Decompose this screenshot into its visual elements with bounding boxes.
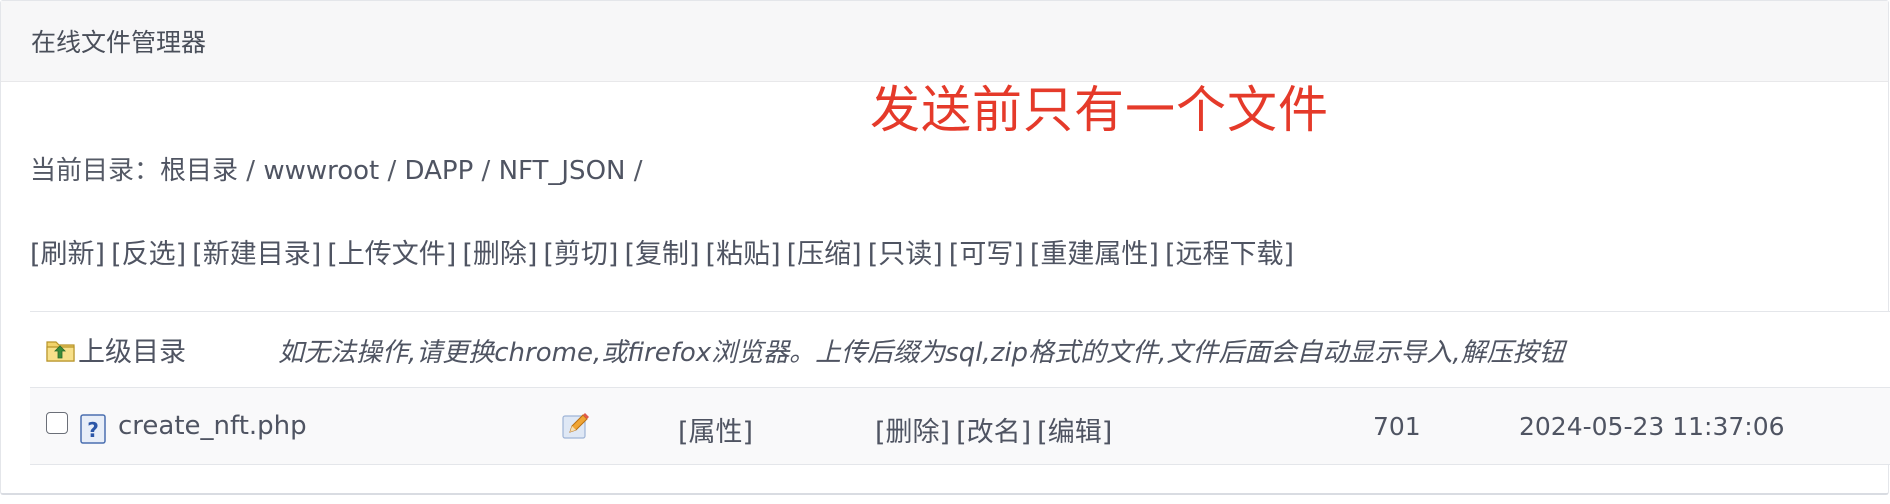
file-rename-link[interactable]: [改名]: [956, 417, 1031, 448]
file-edit-link[interactable]: [编辑]: [1037, 417, 1112, 448]
breadcrumb-wwwroot[interactable]: wwwroot: [263, 156, 379, 186]
breadcrumb-separator: /: [379, 156, 405, 186]
parent-directory-label: 上级目录: [78, 337, 186, 368]
breadcrumb: 当前目录：根目录 / wwwroot / DAPP / NFT_JSON /: [30, 150, 643, 187]
invert-selection-button[interactable]: [反选]: [111, 239, 186, 270]
parent-directory-link[interactable]: 上级目录: [46, 330, 186, 369]
file-size: 701: [1373, 412, 1421, 441]
compress-button[interactable]: [压缩]: [787, 239, 862, 270]
file-name-link[interactable]: create_nft.php: [118, 411, 307, 441]
file-row: ? create_nft.php [属性] [删除] [改名] [编辑] 701 2…: [30, 387, 1890, 465]
rebuild-attributes-button[interactable]: [重建属性]: [1030, 239, 1159, 270]
upload-file-button[interactable]: [上传文件]: [327, 239, 456, 270]
breadcrumb-separator: /: [238, 156, 264, 186]
toolbar: [刷新] [反选] [新建目录] [上传文件] [删除] [剪切] [复制] [粘贴] [压缩]…: [30, 232, 1300, 271]
parent-directory-row: 上级目录 如无法操作,请更换chrome,或firefox浏览器。上传后缀为sq…: [30, 311, 1890, 387]
writable-button[interactable]: [可写]: [949, 239, 1024, 270]
remote-download-button[interactable]: [远程下载]: [1165, 239, 1294, 270]
refresh-button[interactable]: [刷新]: [30, 239, 105, 270]
red-annotation-text: 发送前只有一个文件: [870, 81, 1329, 139]
pencil-edit-icon[interactable]: [561, 410, 591, 440]
breadcrumb-label: 当前目录：: [30, 156, 161, 186]
breadcrumb-root[interactable]: 根目录: [160, 156, 238, 186]
delete-button[interactable]: [删除]: [462, 239, 537, 270]
paste-button[interactable]: [粘贴]: [706, 239, 781, 270]
new-folder-button[interactable]: [新建目录]: [192, 239, 321, 270]
svg-text:?: ?: [87, 418, 99, 442]
breadcrumb-separator: /: [625, 156, 643, 186]
folder-up-icon: [46, 340, 75, 362]
file-actions: [删除] [改名] [编辑]: [875, 410, 1118, 449]
read-only-button[interactable]: [只读]: [868, 239, 943, 270]
browser-hint-text: 如无法操作,请更换chrome,或firefox浏览器。上传后缀为sql,zip…: [278, 338, 1565, 368]
copy-button[interactable]: [复制]: [624, 239, 699, 270]
file-modified-time: 2024-05-23 11:37:06: [1519, 412, 1785, 441]
breadcrumb-separator: /: [473, 156, 499, 186]
file-properties-link[interactable]: [属性]: [678, 410, 753, 449]
cut-button[interactable]: [剪切]: [543, 239, 618, 270]
file-table: 上级目录 如无法操作,请更换chrome,或firefox浏览器。上传后缀为sq…: [30, 311, 1890, 465]
file-delete-link[interactable]: [删除]: [875, 417, 950, 448]
file-select-checkbox[interactable]: [46, 412, 68, 434]
breadcrumb-dapp[interactable]: DAPP: [405, 156, 474, 186]
unknown-file-icon: ?: [80, 414, 106, 444]
breadcrumb-nft-json[interactable]: NFT_JSON: [499, 156, 626, 186]
